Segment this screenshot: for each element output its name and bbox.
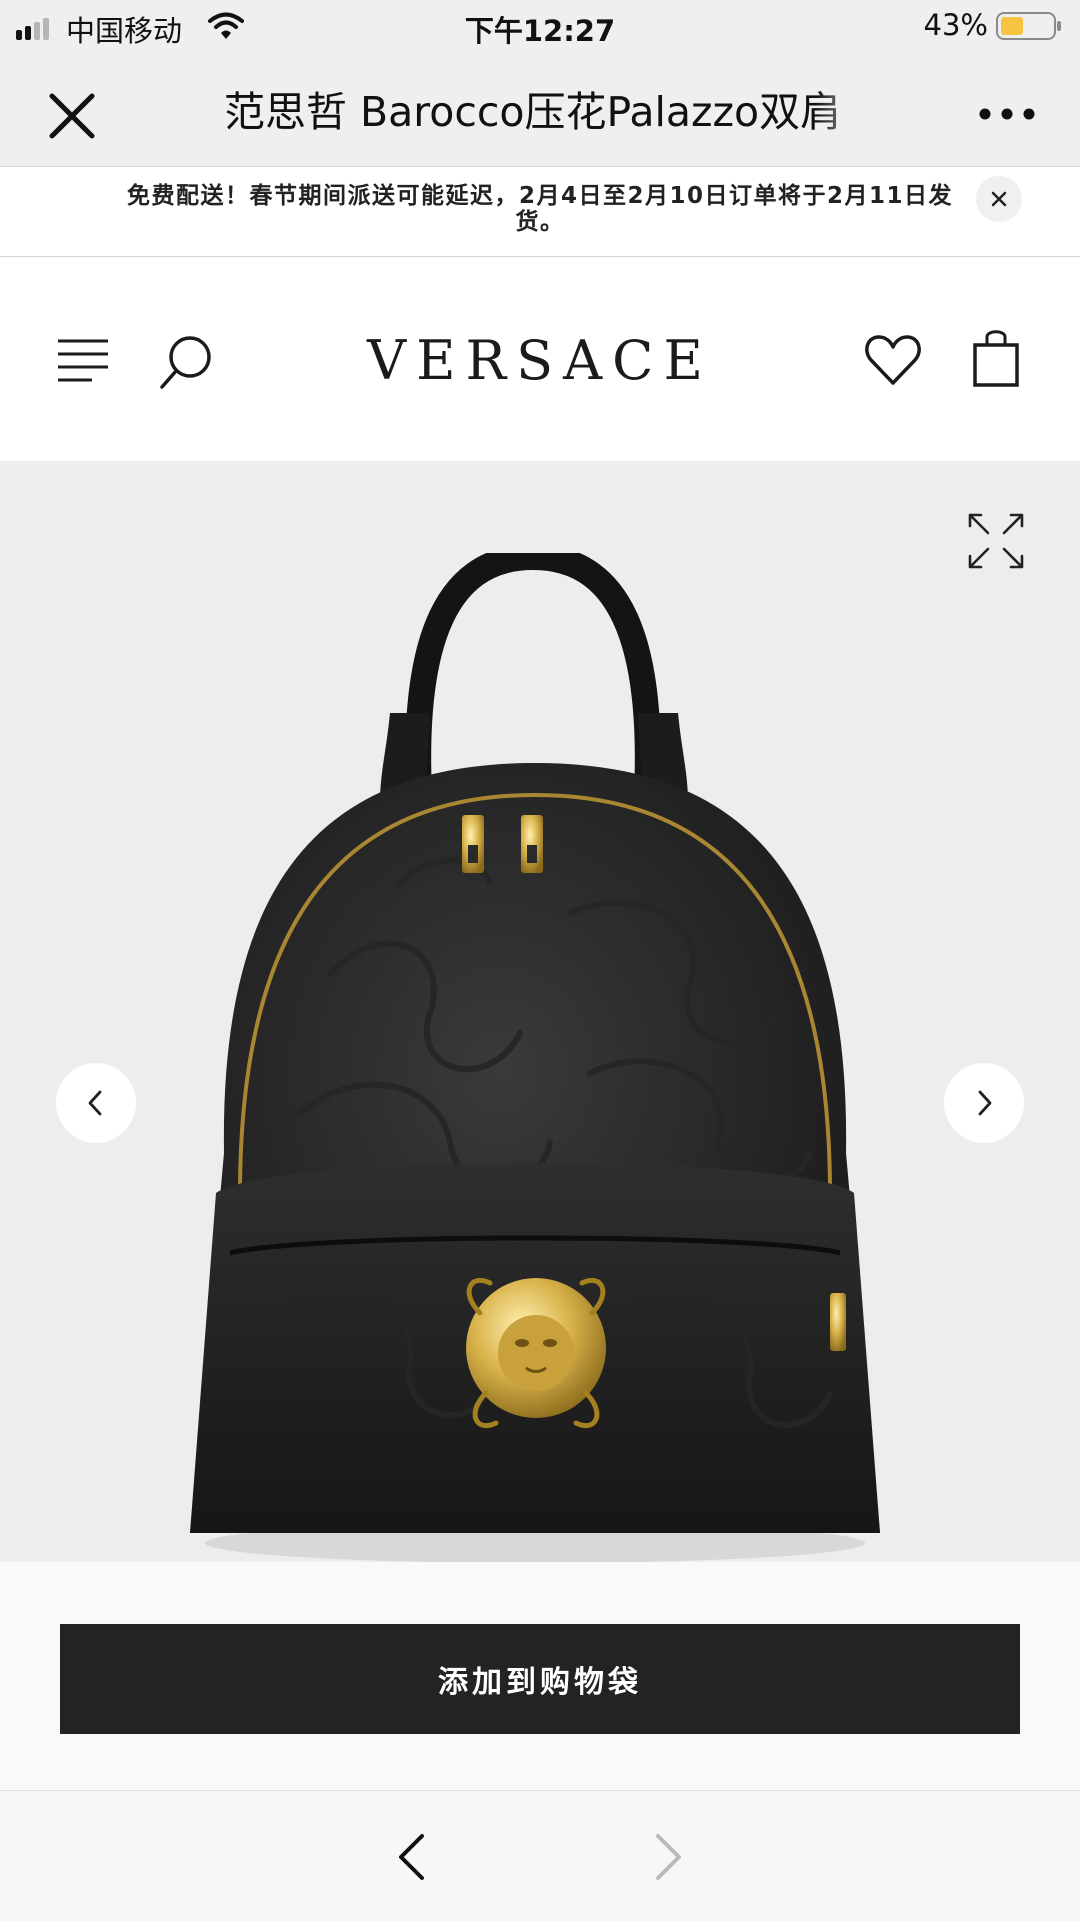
banner-text: 免费配送！春节期间派送可能延迟，2月4日至2月10日订单将于2月11日发货。 — [126, 183, 954, 235]
cta-area: 添加到购物袋 — [0, 1562, 1080, 1790]
shipping-banner: 免费配送！春节期间派送可能延迟，2月4日至2月10日订单将于2月11日发货。 — [0, 167, 1080, 257]
browser-bottom-nav — [0, 1790, 1080, 1921]
battery-icon — [996, 12, 1061, 40]
site-header: VERSACE — [0, 257, 1080, 461]
next-image-button[interactable] — [944, 1063, 1024, 1143]
heart-icon[interactable] — [864, 333, 922, 387]
forward-arrow-icon — [656, 1834, 681, 1880]
title-fade — [816, 84, 876, 140]
more-icon[interactable] — [978, 102, 1036, 126]
previous-image-button[interactable] — [56, 1063, 136, 1143]
battery-percent: 43% — [923, 8, 988, 42]
chevron-left-icon — [88, 1090, 102, 1116]
product-image[interactable] — [190, 553, 890, 1562]
banner-close-button[interactable] — [976, 176, 1022, 222]
webview-navbar: 范思哲 Barocco压花Palazzo双肩 — [0, 54, 1080, 167]
status-time: 下午12:27 — [464, 14, 616, 48]
back-arrow-icon[interactable] — [396, 1833, 426, 1881]
add-to-bag-button[interactable]: 添加到购物袋 — [60, 1624, 1020, 1734]
expand-icon[interactable] — [966, 511, 1026, 571]
close-icon[interactable] — [44, 88, 100, 144]
status-bar: 中国移动 下午12:27 43% — [0, 0, 1080, 54]
product-gallery[interactable] — [0, 461, 1080, 1562]
close-icon — [991, 191, 1007, 207]
page-title: 范思哲 Barocco压花Palazzo双肩 — [224, 88, 842, 136]
chevron-right-icon — [978, 1090, 992, 1116]
shopping-bag-icon[interactable] — [972, 327, 1020, 387]
